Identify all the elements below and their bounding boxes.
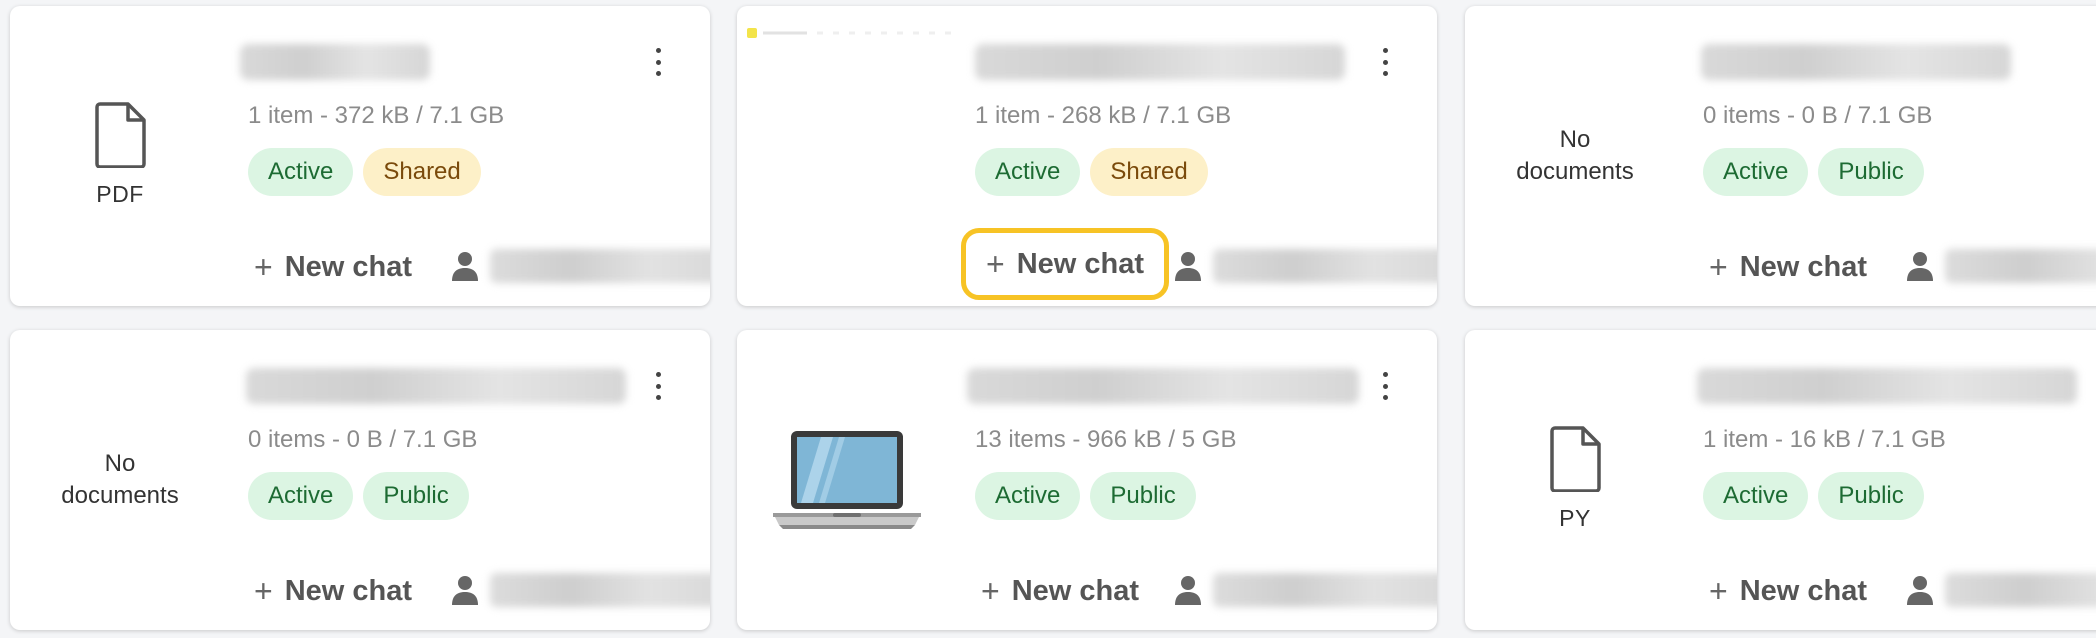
collection-card[interactable]: No documents 0 items - 0 B / 7.1 GB Acti… — [1465, 6, 2096, 306]
status-badge: Active — [975, 148, 1081, 196]
owner-name-redacted — [490, 573, 710, 607]
card-meta: 13 items - 966 kB / 5 GB — [975, 426, 1237, 453]
new-chat-label: New chat — [1016, 247, 1145, 280]
no-documents-line2: documents — [1516, 158, 1634, 185]
person-icon — [452, 576, 478, 605]
visibility-badge: Public — [363, 472, 469, 520]
card-thumbnail: PDF — [10, 6, 230, 306]
card-thumbnail — [737, 330, 957, 630]
card-thumbnail: No documents — [10, 330, 230, 630]
card-title-redacted — [1697, 368, 2077, 404]
status-badge: Active — [1703, 148, 1809, 196]
plus-icon: + — [254, 248, 273, 285]
card-meta: 1 item - 372 kB / 7.1 GB — [248, 102, 505, 129]
thumbnail-preview — [747, 28, 957, 38]
collections-grid: PDF 1 item - 372 kB / 7.1 GB Active Shar… — [0, 0, 2096, 638]
card-meta: 1 item - 16 kB / 7.1 GB — [1703, 426, 1946, 453]
card-owner — [450, 249, 710, 283]
no-documents-line1: No — [1559, 126, 1591, 153]
new-chat-button[interactable]: + New chat — [1703, 566, 1873, 616]
person-icon — [452, 252, 478, 281]
card-thumbnail: PY — [1465, 330, 1685, 630]
card-owner — [1173, 573, 1437, 607]
card-thumbnail: No documents — [1465, 6, 1685, 306]
owner-name-redacted — [1945, 249, 2096, 283]
status-badge: Active — [1703, 472, 1809, 520]
card-title-redacted — [246, 368, 626, 404]
more-vertical-icon[interactable] — [1373, 42, 1397, 82]
file-icon — [1550, 426, 1601, 492]
owner-name-redacted — [1213, 573, 1437, 607]
card-meta: 0 items - 0 B / 7.1 GB — [1703, 102, 1933, 129]
badge-group: Active Shared — [248, 148, 481, 196]
status-badge: Active — [248, 148, 354, 196]
no-documents-line2: documents — [61, 482, 179, 509]
new-chat-button[interactable]: + New chat — [1703, 242, 1873, 292]
card-meta: 0 items - 0 B / 7.1 GB — [248, 426, 478, 453]
new-chat-label: New chat — [284, 574, 413, 607]
collection-card[interactable]: No documents 0 items - 0 B / 7.1 GB Acti… — [10, 330, 710, 630]
card-title-redacted — [967, 368, 1359, 404]
plus-icon: + — [1709, 248, 1728, 285]
collection-card[interactable]: 13 items - 966 kB / 5 GB Active Public +… — [737, 330, 1437, 630]
card-title-redacted — [240, 44, 430, 80]
status-badge: Active — [975, 472, 1081, 520]
card-owner — [450, 573, 710, 607]
status-badge: Active — [248, 472, 354, 520]
more-vertical-icon[interactable] — [1373, 366, 1397, 406]
badge-group: Active Public — [1703, 148, 1924, 196]
file-type-label: PY — [1559, 505, 1591, 531]
collection-card[interactable]: 1 item - 268 kB / 7.1 GB Active Shared +… — [737, 6, 1437, 306]
new-chat-button[interactable]: + New chat — [975, 566, 1145, 616]
collection-card[interactable]: PY 1 item - 16 kB / 7.1 GB Active Public… — [1465, 330, 2096, 630]
visibility-badge: Public — [1818, 148, 1924, 196]
card-thumbnail — [737, 6, 957, 306]
plus-icon: + — [254, 572, 273, 609]
new-chat-label: New chat — [1739, 250, 1868, 283]
person-icon — [1175, 576, 1201, 605]
card-meta: 1 item - 268 kB / 7.1 GB — [975, 102, 1232, 129]
badge-group: Active Public — [975, 472, 1196, 520]
owner-name-redacted — [490, 249, 710, 283]
new-chat-label: New chat — [284, 250, 413, 283]
plus-icon: + — [981, 572, 1000, 609]
laptop-icon — [773, 431, 921, 529]
badge-group: Active Public — [248, 472, 469, 520]
card-owner — [1173, 249, 1437, 283]
visibility-badge: Public — [1818, 472, 1924, 520]
person-icon — [1907, 252, 1933, 281]
sharing-badge: Shared — [363, 148, 481, 196]
person-icon — [1175, 252, 1201, 281]
card-owner — [1905, 573, 2096, 607]
sharing-badge: Shared — [1090, 148, 1208, 196]
card-title-redacted — [1701, 44, 2011, 80]
badge-group: Active Public — [1703, 472, 1924, 520]
badge-group: Active Shared — [975, 148, 1208, 196]
card-owner — [1905, 249, 2096, 283]
more-vertical-icon[interactable] — [646, 42, 670, 82]
plus-icon: + — [1709, 572, 1728, 609]
owner-name-redacted — [1945, 573, 2096, 607]
file-icon — [95, 102, 146, 168]
plus-icon: + — [986, 245, 1005, 282]
new-chat-button[interactable]: + New chat — [248, 242, 418, 292]
new-chat-button[interactable]: + New chat — [248, 566, 418, 616]
no-documents-label: No documents — [1516, 124, 1633, 188]
visibility-badge: Public — [1090, 472, 1196, 520]
person-icon — [1907, 576, 1933, 605]
card-title-redacted — [975, 44, 1345, 80]
collection-card[interactable]: PDF 1 item - 372 kB / 7.1 GB Active Shar… — [10, 6, 710, 306]
no-documents-label: No documents — [61, 448, 178, 512]
new-chat-label: New chat — [1739, 574, 1868, 607]
more-vertical-icon[interactable] — [646, 366, 670, 406]
new-chat-button[interactable]: + New chat — [961, 228, 1170, 300]
new-chat-label: New chat — [1011, 574, 1140, 607]
owner-name-redacted — [1213, 249, 1437, 283]
no-documents-line1: No — [104, 450, 136, 477]
file-type-label: PDF — [96, 181, 144, 207]
